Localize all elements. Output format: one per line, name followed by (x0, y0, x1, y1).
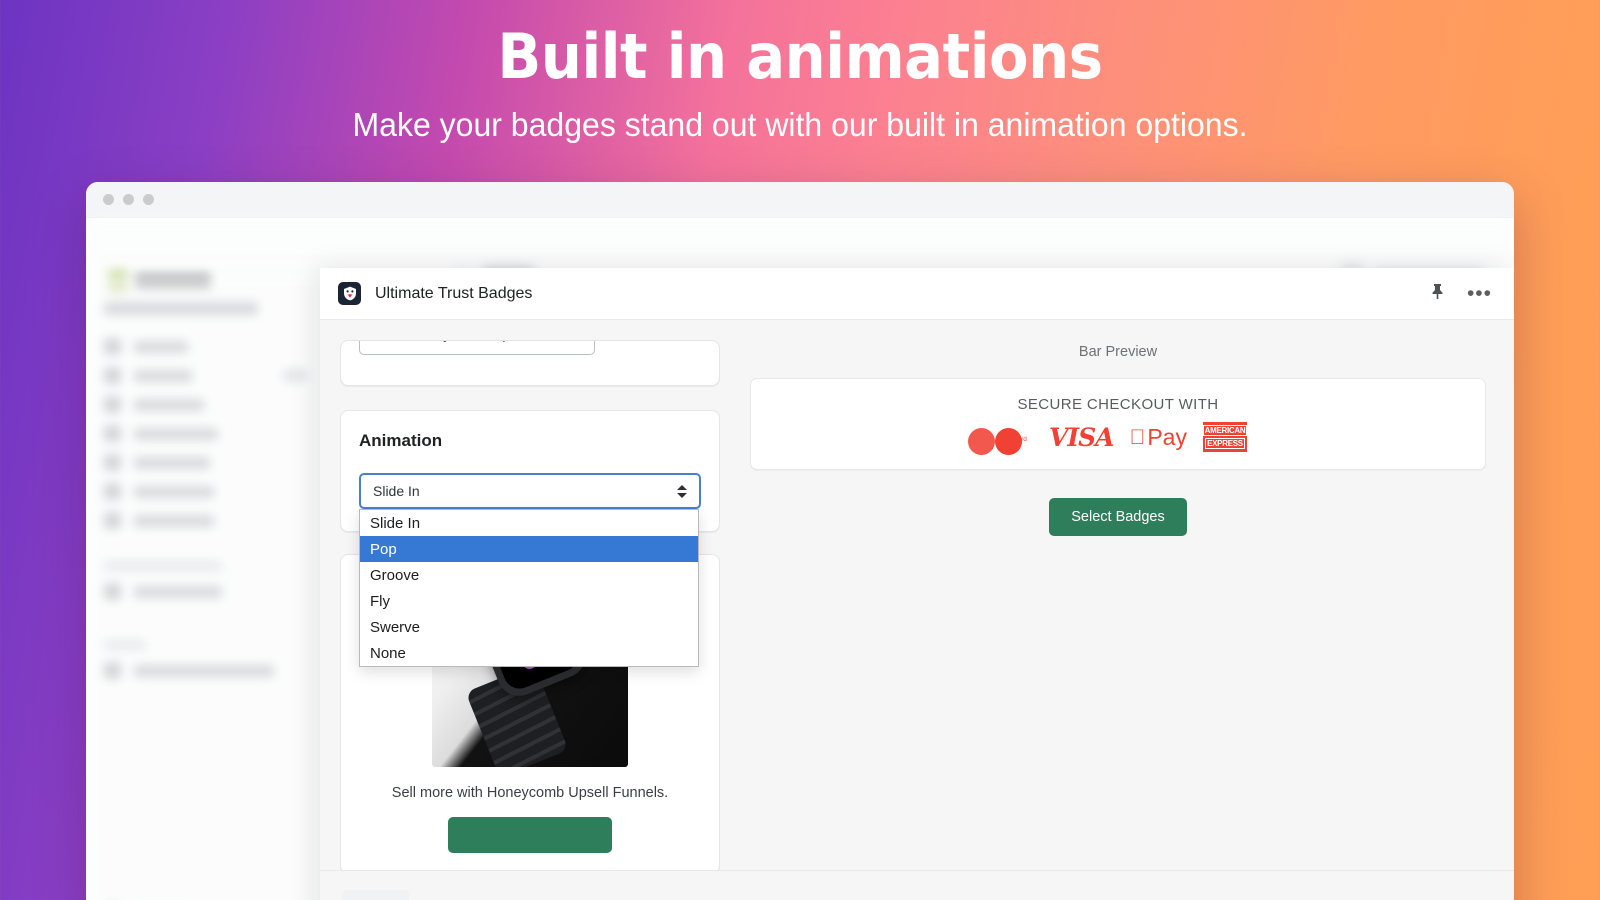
bar-preview-title: Bar Preview (1078, 344, 1158, 360)
animation-select-wrapper: Slide In Slide In Pop Groove Fly Swerve … (359, 473, 701, 667)
sidebar-item-orders[interactable] (86, 361, 326, 390)
visa-badge: VISA (1049, 422, 1115, 452)
sidebar-item-label (134, 369, 192, 382)
animation-options-list[interactable]: Slide In Pop Groove Fly Swerve None (359, 509, 699, 667)
sidebar-item-label (134, 398, 204, 411)
animation-option-slide-in[interactable]: Slide In (360, 510, 698, 536)
apple-pay-badge:  Pay (1130, 424, 1187, 451)
hero-banner: Built in animations Make your badges sta… (0, 0, 1600, 144)
marketing-icon (104, 483, 121, 500)
sidebar-item-label (134, 514, 214, 527)
sidebar-badge-count (282, 369, 308, 382)
online-store-icon (104, 583, 121, 600)
pin-icon[interactable] (1430, 283, 1445, 305)
admin-sidebar (86, 274, 326, 900)
window-zoom-button[interactable] (143, 194, 154, 205)
sidebar-section-apps (104, 640, 146, 650)
sidebar-item-label (134, 456, 210, 469)
secure-checkout-text: SECURE CHECKOUT WITH (1017, 396, 1219, 413)
payment-badges: mastercard VISA  Pay AMERICAN EXPRESS (968, 422, 1248, 455)
app-modal-title: Ultimate Trust Badges (375, 284, 533, 302)
page-title: Built in animations (497, 20, 1103, 93)
animation-option-groove[interactable]: Groove (360, 562, 698, 588)
app-modal-footer: Save (320, 870, 1514, 900)
app-modal-body: Visit Honeycomb Upsell Funnels Animation… (320, 320, 1514, 870)
bar-preview: SECURE CHECKOUT WITH mastercard VISA  P… (750, 378, 1486, 470)
sidebar-item-label (134, 664, 274, 677)
sidebar-item-customers[interactable] (86, 419, 326, 448)
settings-column: Visit Honeycomb Upsell Funnels Animation… (340, 340, 720, 870)
app-icon (104, 662, 121, 679)
shield-icon (338, 282, 361, 305)
sidebar-item-label (134, 585, 222, 598)
ellipsis-icon[interactable]: ••• (1467, 283, 1492, 304)
amex-line-1: AMERICAN (1202, 425, 1248, 436)
page-subtitle: Make your badges stand out with our buil… (352, 105, 1248, 143)
animation-card: Animation Slide In Slide In Pop Groove F… (340, 410, 720, 667)
amex-line-2: EXPRESS (1205, 438, 1245, 449)
orders-icon (104, 367, 121, 384)
sidebar-section-sales-channels (104, 561, 222, 571)
animation-select-value: Slide In (373, 483, 420, 499)
sidebar-item-label (134, 427, 218, 440)
select-badges-button[interactable]: Select Badges (1049, 498, 1187, 536)
sidebar-item-discounts[interactable] (86, 506, 326, 535)
window-close-button[interactable] (103, 194, 114, 205)
sidebar-item-products[interactable] (86, 390, 326, 419)
sidebar-item-marketing[interactable] (86, 477, 326, 506)
animation-option-swerve[interactable]: Swerve (360, 614, 698, 640)
animation-select[interactable]: Slide In (359, 473, 701, 509)
sidebar-item-home[interactable] (86, 332, 326, 361)
sidebar-item-analytics[interactable] (86, 448, 326, 477)
clipped-card-top: Visit Honeycomb Upsell Funnels (340, 340, 720, 386)
apple-logo-icon:  (1130, 427, 1146, 448)
analytics-icon (104, 454, 121, 471)
sidebar-item-label (134, 485, 214, 498)
preview-column: Bar Preview SECURE CHECKOUT WITH masterc… (750, 340, 1486, 870)
animation-option-pop[interactable]: Pop (360, 536, 698, 562)
home-icon (104, 338, 121, 355)
sidebar-item-online-store[interactable] (86, 577, 326, 606)
mastercard-badge: mastercard (968, 428, 1033, 455)
app-modal-actions: ••• (1430, 283, 1492, 305)
browser-window: Ultimate Trust Badges ••• Visit Honeycom… (86, 182, 1514, 900)
discounts-icon (104, 512, 121, 529)
sidebar-item-label (134, 340, 188, 353)
app-modal: Ultimate Trust Badges ••• Visit Honeycom… (320, 268, 1514, 900)
customers-icon (104, 425, 121, 442)
promo-text: Sell more with Honeycomb Upsell Funnels. (391, 785, 669, 801)
sidebar-item-ultimate-trust-badges[interactable] (86, 656, 326, 685)
promo-cta-button[interactable] (448, 817, 612, 853)
animation-label: Animation (359, 431, 443, 450)
app-modal-header: Ultimate Trust Badges ••• (320, 268, 1514, 320)
sidebar-search-text (104, 302, 258, 315)
chevron-updown-icon (677, 484, 687, 498)
animation-option-fly[interactable]: Fly (360, 588, 698, 614)
admin-topbar (86, 218, 1514, 274)
apple-pay-wordmark: Pay (1139, 423, 1187, 450)
save-button[interactable]: Save (342, 889, 410, 900)
animation-option-none[interactable]: None (360, 640, 698, 666)
window-minimize-button[interactable] (123, 194, 134, 205)
amex-badge: AMERICAN EXPRESS (1202, 422, 1248, 452)
products-icon (104, 396, 121, 413)
sidebar-search[interactable] (104, 302, 308, 332)
browser-titlebar (86, 182, 1514, 218)
visit-funnels-label: Visit Honeycomb Upsell Funnels (375, 341, 591, 343)
